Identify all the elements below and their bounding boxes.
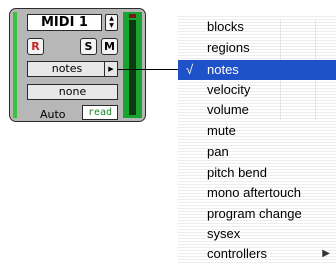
menu-item-notes[interactable]: √ notes <box>178 60 336 80</box>
track-color-bar <box>13 12 17 118</box>
solo-button[interactable]: S <box>80 38 97 55</box>
menu-item-program-change[interactable]: program change <box>178 204 336 224</box>
menu-item-pitch-bend[interactable]: pitch bend <box>178 163 336 183</box>
submenu-arrow-icon: ▶ <box>322 248 330 259</box>
record-enable-button[interactable]: R <box>27 38 44 55</box>
menu-item-pan[interactable]: pan <box>178 142 336 162</box>
menu-item-blocks[interactable]: blocks <box>178 17 336 37</box>
callout-line <box>118 69 182 70</box>
menu-item-mono-aftertouch[interactable]: mono aftertouch <box>178 183 336 203</box>
page: MIDI 1 ▲ ▼ R S M notes ▶ none Auto read … <box>0 0 336 263</box>
menu-item-sysex[interactable]: sysex <box>178 224 336 244</box>
automation-mode-selector[interactable]: read <box>82 105 118 120</box>
midi-channel-selector[interactable]: none <box>27 84 118 100</box>
popup-arrow-icon: ▶ <box>104 62 117 76</box>
menu-item-mute[interactable]: mute <box>178 121 336 141</box>
clip-indicator[interactable] <box>129 14 136 18</box>
check-icon: √ <box>186 62 194 77</box>
track-view-selector[interactable]: notes ▶ <box>27 61 118 77</box>
track-view-label: notes <box>51 62 83 75</box>
chevron-up-icon: ▲ <box>109 15 114 22</box>
track-name-stepper[interactable]: ▲ ▼ <box>105 14 118 31</box>
menu-item-velocity[interactable]: velocity <box>178 80 336 100</box>
chevron-down-icon: ▼ <box>109 22 114 29</box>
mute-button[interactable]: M <box>101 38 118 55</box>
track-name-field[interactable]: MIDI 1 <box>27 14 102 31</box>
menu-item-controllers[interactable]: controllers ▶ <box>178 244 336 263</box>
track-view-menu: blocks regions √ notes velocity volume m… <box>178 14 336 263</box>
automation-label: Auto <box>40 108 66 121</box>
meter-bar <box>129 20 136 115</box>
menu-item-regions[interactable]: regions <box>178 38 336 58</box>
level-meter <box>123 12 142 118</box>
menu-item-volume[interactable]: volume <box>178 100 336 120</box>
midi-track-strip: MIDI 1 ▲ ▼ R S M notes ▶ none Auto read <box>9 8 146 122</box>
